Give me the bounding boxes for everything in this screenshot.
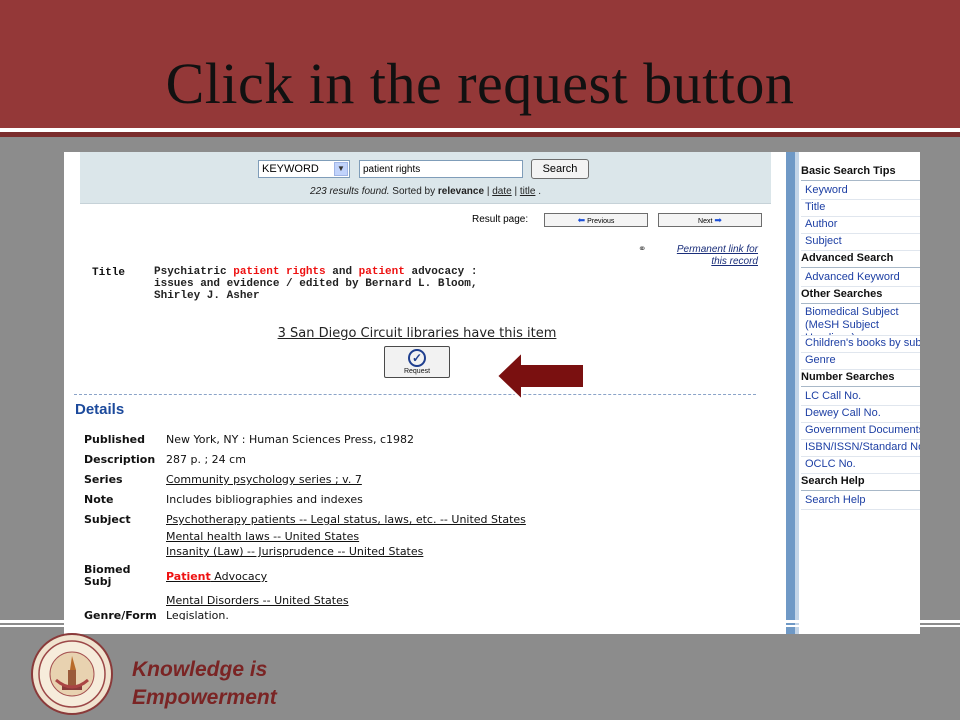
detail-row-description: Description 287 p. ; 24 cm xyxy=(84,454,764,474)
header-divider-dark xyxy=(0,132,960,137)
detail-row-subject: Subject Psychotherapy patients -- Legal … xyxy=(84,514,764,564)
link-chain-icon: ⚭ xyxy=(638,244,647,255)
sidebar-heading-advanced: Advanced Search xyxy=(801,251,920,268)
arrow-left-icon: ⬅ xyxy=(577,215,586,225)
request-button[interactable]: ✓ Request xyxy=(384,346,450,378)
detail-row-published: Published New York, NY : Human Sciences … xyxy=(84,434,764,454)
biomed-link[interactable]: Mental Disorders -- United States xyxy=(166,595,766,607)
sidebar-content: Basic Search Tips Keyword Title Author S… xyxy=(801,164,920,510)
sidebar-item-isbn[interactable]: ISBN/ISSN/Standard No. xyxy=(801,440,920,457)
university-seal-icon xyxy=(31,633,113,715)
biomed-label: Biomed Subj xyxy=(84,564,164,588)
sidebar-heading-basic: Basic Search Tips xyxy=(801,164,920,181)
sort-separator: | xyxy=(486,186,490,197)
search-tips-sidebar: Basic Search Tips Keyword Title Author S… xyxy=(786,152,920,634)
record-title: Psychiatric patient rights and patient a… xyxy=(154,266,514,302)
section-divider xyxy=(74,394,756,395)
footer-divider xyxy=(0,625,960,627)
sidebar-item-dewey-call[interactable]: Dewey Call No. xyxy=(801,406,920,423)
detail-row-series: Series Community psychology series ; v. … xyxy=(84,474,764,494)
sidebar-item-advanced-keyword[interactable]: Advanced Keyword xyxy=(801,270,920,287)
checkmark-icon: ✓ xyxy=(408,349,426,367)
sidebar-heading-help: Search Help xyxy=(801,474,920,491)
sidebar-item-genre[interactable]: Genre xyxy=(801,353,920,370)
details-heading: Details xyxy=(75,401,125,418)
previous-label: Previous xyxy=(587,218,615,225)
subject-link[interactable]: Mental health laws -- United States xyxy=(166,531,766,543)
footer-divider xyxy=(0,620,960,623)
motto-line1: Knowledge is xyxy=(132,658,268,681)
sidebar-item-author[interactable]: Author xyxy=(801,217,920,234)
search-button[interactable]: Search xyxy=(531,159,589,179)
details-table: Published New York, NY : Human Sciences … xyxy=(84,434,764,630)
sidebar-item-subject[interactable]: Subject xyxy=(801,234,920,251)
sidebar-item-title[interactable]: Title xyxy=(801,200,920,217)
sidebar-item-keyword[interactable]: Keyword xyxy=(801,183,920,200)
search-input[interactable] xyxy=(359,160,523,178)
description-value: 287 p. ; 24 cm xyxy=(166,453,246,466)
sidebar-item-biomedical-subject[interactable]: Biomedical Subject (MeSH Subject Heading… xyxy=(801,306,920,336)
sidebar-item-search-help[interactable]: Search Help xyxy=(801,493,920,510)
published-label: Published xyxy=(84,433,146,446)
next-button[interactable]: Next ➡ xyxy=(658,213,762,227)
detail-row-note: Note Includes bibliographies and indexes xyxy=(84,494,764,514)
search-type-value: KEYWORD xyxy=(262,163,319,175)
sidebar-item-lc-call[interactable]: LC Call No. xyxy=(801,389,920,406)
search-type-select[interactable]: KEYWORD ▼ xyxy=(258,160,350,178)
title-part: and xyxy=(325,266,359,278)
sort-separator: | xyxy=(514,186,518,197)
subject-link[interactable]: Psychotherapy patients -- Legal status, … xyxy=(166,514,766,526)
catalog-screenshot: KEYWORD ▼ Search 223 results found. Sort… xyxy=(64,152,920,634)
biomed-rest: Advocacy xyxy=(210,570,268,583)
title-part: Psychiatric xyxy=(154,266,234,278)
permanent-link-line1: Permanent link for xyxy=(676,244,758,255)
previous-button[interactable]: ⬅ Previous xyxy=(544,213,648,227)
detail-row-biomed: Biomed Subj Patient Advocacy Mental Disor… xyxy=(84,564,764,612)
title-highlight: patient rights xyxy=(233,266,326,278)
next-label: Next xyxy=(698,218,713,225)
sorted-by-label: Sorted by xyxy=(392,186,436,197)
series-label: Series xyxy=(84,473,123,486)
request-label: Request xyxy=(403,368,431,375)
arrow-right-icon: ➡ xyxy=(714,215,722,225)
biomed-link[interactable]: Patient Advocacy xyxy=(166,571,766,583)
slide-motto: Knowledge is Empowerment xyxy=(132,656,277,712)
slide-title: Click in the request button xyxy=(165,51,795,116)
permanent-link-line2: this record xyxy=(711,256,758,267)
sort-end: . xyxy=(538,186,541,197)
subject-label: Subject xyxy=(84,513,131,526)
chevron-down-icon[interactable]: ▼ xyxy=(334,162,348,176)
sidebar-item-oclc[interactable]: OCLC No. xyxy=(801,457,920,474)
sidebar-strip xyxy=(786,152,795,634)
note-value: Includes bibliographies and indexes xyxy=(166,493,363,506)
title-highlight: patient xyxy=(358,266,405,278)
biomed-highlight: Patient xyxy=(166,570,211,583)
sort-title-link[interactable]: title xyxy=(520,186,536,197)
sort-relevance[interactable]: relevance xyxy=(438,186,484,197)
holdings-link[interactable]: 3 San Diego Circuit libraries have this … xyxy=(64,326,770,341)
sort-date-link[interactable]: date xyxy=(492,186,511,197)
sidebar-heading-other: Other Searches xyxy=(801,287,920,304)
note-label: Note xyxy=(84,493,114,506)
published-value: New York, NY : Human Sciences Press, c19… xyxy=(166,433,415,446)
description-label: Description xyxy=(84,453,156,466)
results-summary: 223 results found. Sorted by relevance |… xyxy=(80,186,771,197)
result-page-label: Result page: xyxy=(472,214,529,225)
biomed-label-line2: Subj xyxy=(84,575,112,588)
search-bar: KEYWORD ▼ Search 223 results found. Sort… xyxy=(80,152,771,204)
sidebar-heading-number: Number Searches xyxy=(801,370,920,387)
sidebar-item-childrens-books[interactable]: Children's books by subject xyxy=(801,336,920,353)
permanent-link[interactable]: ⚭ Permanent link for this record xyxy=(638,244,758,268)
sidebar-strip xyxy=(795,152,799,634)
title-label: Title xyxy=(92,267,126,279)
results-count: 223 results found. xyxy=(310,186,390,197)
subject-link[interactable]: Insanity (Law) -- Jurisprudence -- Unite… xyxy=(166,546,766,558)
motto-line2: Empowerment xyxy=(132,686,277,709)
arrow-left-icon xyxy=(495,350,585,402)
sidebar-item-gov-docs[interactable]: Government Documents xyxy=(801,423,920,440)
series-link[interactable]: Community psychology series ; v. 7 xyxy=(166,474,766,486)
